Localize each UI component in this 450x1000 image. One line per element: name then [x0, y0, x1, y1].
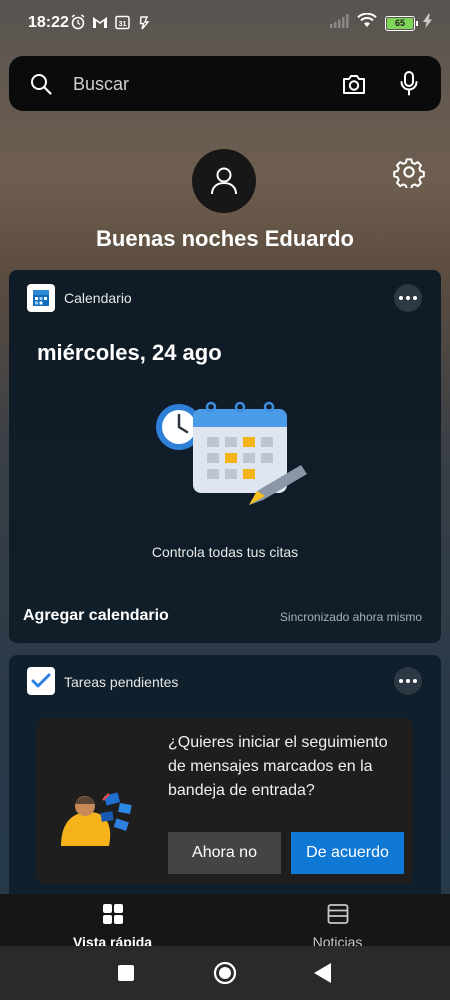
battery-level: 65: [387, 17, 413, 29]
camera-icon[interactable]: [341, 72, 367, 101]
avatar[interactable]: [192, 149, 256, 213]
notification-icon: [136, 14, 152, 30]
flagged-messages-prompt: ¿Quieres iniciar el seguimiento de mensa…: [37, 718, 413, 884]
back-button-icon[interactable]: [314, 963, 332, 988]
search-bar[interactable]: Buscar: [9, 56, 441, 111]
charging-icon: [423, 13, 432, 33]
not-now-button[interactable]: Ahora no: [168, 832, 281, 874]
person-icon: [211, 167, 237, 195]
news-icon: [327, 903, 349, 930]
alarm-icon: [70, 14, 86, 30]
status-left-icons: 31: [70, 14, 152, 30]
status-time: 18:22: [28, 14, 69, 31]
status-right-icons: 65: [329, 12, 432, 33]
sync-status: Sincronizado ahora mismo: [279, 610, 422, 624]
calendar-app-icon: [27, 284, 55, 312]
greeting-heading: Buenas noches Eduardo: [96, 226, 354, 251]
status-bar: 18:22 31 65: [0, 0, 450, 48]
search-icon[interactable]: [29, 72, 53, 101]
search-input[interactable]: Buscar: [73, 74, 129, 95]
wifi-icon: [357, 12, 377, 33]
calendar-card: Calendario miércoles, 24 ago Controla to…: [9, 270, 441, 643]
tasks-more-button[interactable]: [394, 667, 422, 695]
add-calendar-link[interactable]: Agregar calendario: [23, 607, 169, 625]
bottom-tab-bar: Vista rápida Noticias: [0, 894, 450, 950]
tab-noticias[interactable]: Noticias: [225, 894, 450, 950]
prompt-text: ¿Quieres iniciar el seguimiento de mensa…: [168, 734, 388, 799]
agree-button[interactable]: De acuerdo: [291, 832, 404, 874]
calendar-more-button[interactable]: [394, 284, 422, 312]
home-button-icon[interactable]: [213, 961, 237, 990]
gmail-icon: [92, 14, 108, 30]
calendar-icon: 31: [114, 14, 130, 30]
signal-icon: [329, 13, 349, 33]
tasks-card: Tareas pendientes ¿Quieres iniciar el se…: [9, 655, 441, 905]
calendar-badge: 31: [118, 21, 126, 28]
recents-button-icon[interactable]: [118, 965, 134, 986]
tab-vista-rapida[interactable]: Vista rápida: [0, 894, 225, 950]
system-navigation-bar: [0, 946, 450, 1000]
battery-icon: 65: [385, 15, 418, 31]
tasks-card-title: Tareas pendientes: [64, 674, 179, 690]
tasks-app-icon: [27, 667, 55, 695]
calendar-illustration: [156, 401, 307, 505]
settings-gear-icon[interactable]: [393, 156, 425, 190]
microphone-icon[interactable]: [399, 70, 419, 103]
grid-icon: [102, 903, 124, 930]
calendar-card-title: Calendario: [64, 290, 132, 306]
calendar-caption: Controla todas tus citas: [151, 544, 299, 560]
calendar-date: miércoles, 24 ago: [37, 340, 222, 365]
person-illustration: [61, 792, 132, 846]
